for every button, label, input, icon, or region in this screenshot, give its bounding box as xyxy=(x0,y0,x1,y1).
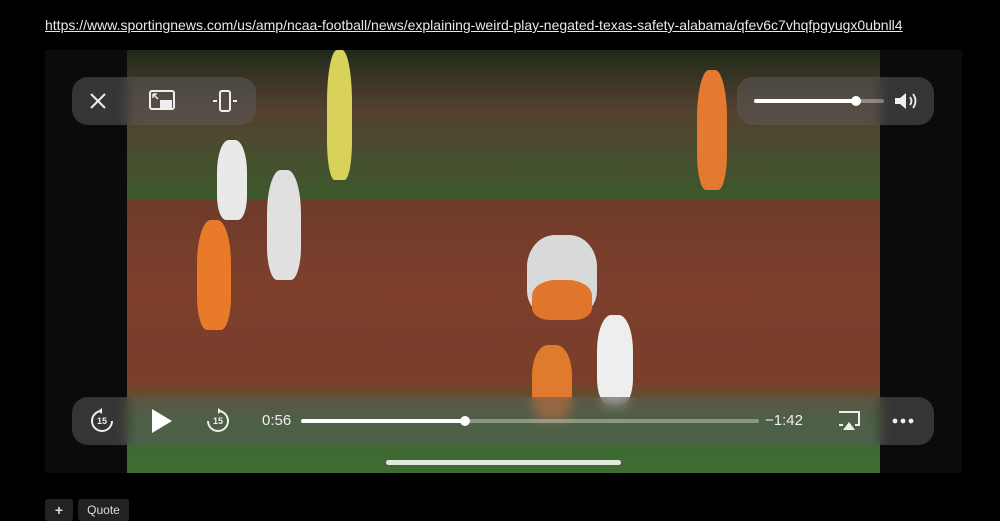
volume-level xyxy=(754,99,855,103)
volume-icon[interactable] xyxy=(892,87,922,115)
athlete xyxy=(327,50,352,180)
athlete xyxy=(532,280,592,320)
top-left-controls xyxy=(72,77,256,125)
skip-back-icon[interactable]: 15 xyxy=(88,407,116,435)
current-time: 0:56 xyxy=(262,412,292,429)
resize-icon[interactable] xyxy=(210,87,240,115)
progress-knob[interactable] xyxy=(460,416,470,426)
play-icon[interactable] xyxy=(146,405,176,437)
skip-forward-icon[interactable]: 15 xyxy=(204,407,232,435)
picture-in-picture-icon[interactable] xyxy=(138,87,188,115)
article-link[interactable]: https://www.sportingnews.com/us/amp/ncaa… xyxy=(45,17,903,33)
video-player[interactable]: 15 15 0:56 −1:42 xyxy=(45,50,962,473)
home-indicator xyxy=(386,460,621,465)
more-icon[interactable] xyxy=(889,407,917,435)
close-icon[interactable] xyxy=(84,87,112,115)
skip-back-label: 15 xyxy=(96,416,107,426)
athlete xyxy=(597,315,633,405)
progress-fill xyxy=(301,419,465,423)
airplay-icon[interactable] xyxy=(835,407,863,435)
athlete xyxy=(217,140,247,220)
athlete xyxy=(197,220,231,330)
playback-controls: 15 15 0:56 −1:42 xyxy=(72,397,934,445)
remaining-time: −1:42 xyxy=(765,412,803,429)
athlete xyxy=(697,70,727,190)
volume-controls xyxy=(737,77,934,125)
volume-knob[interactable] xyxy=(851,96,861,106)
skip-forward-label: 15 xyxy=(212,416,223,426)
athlete xyxy=(267,170,301,280)
